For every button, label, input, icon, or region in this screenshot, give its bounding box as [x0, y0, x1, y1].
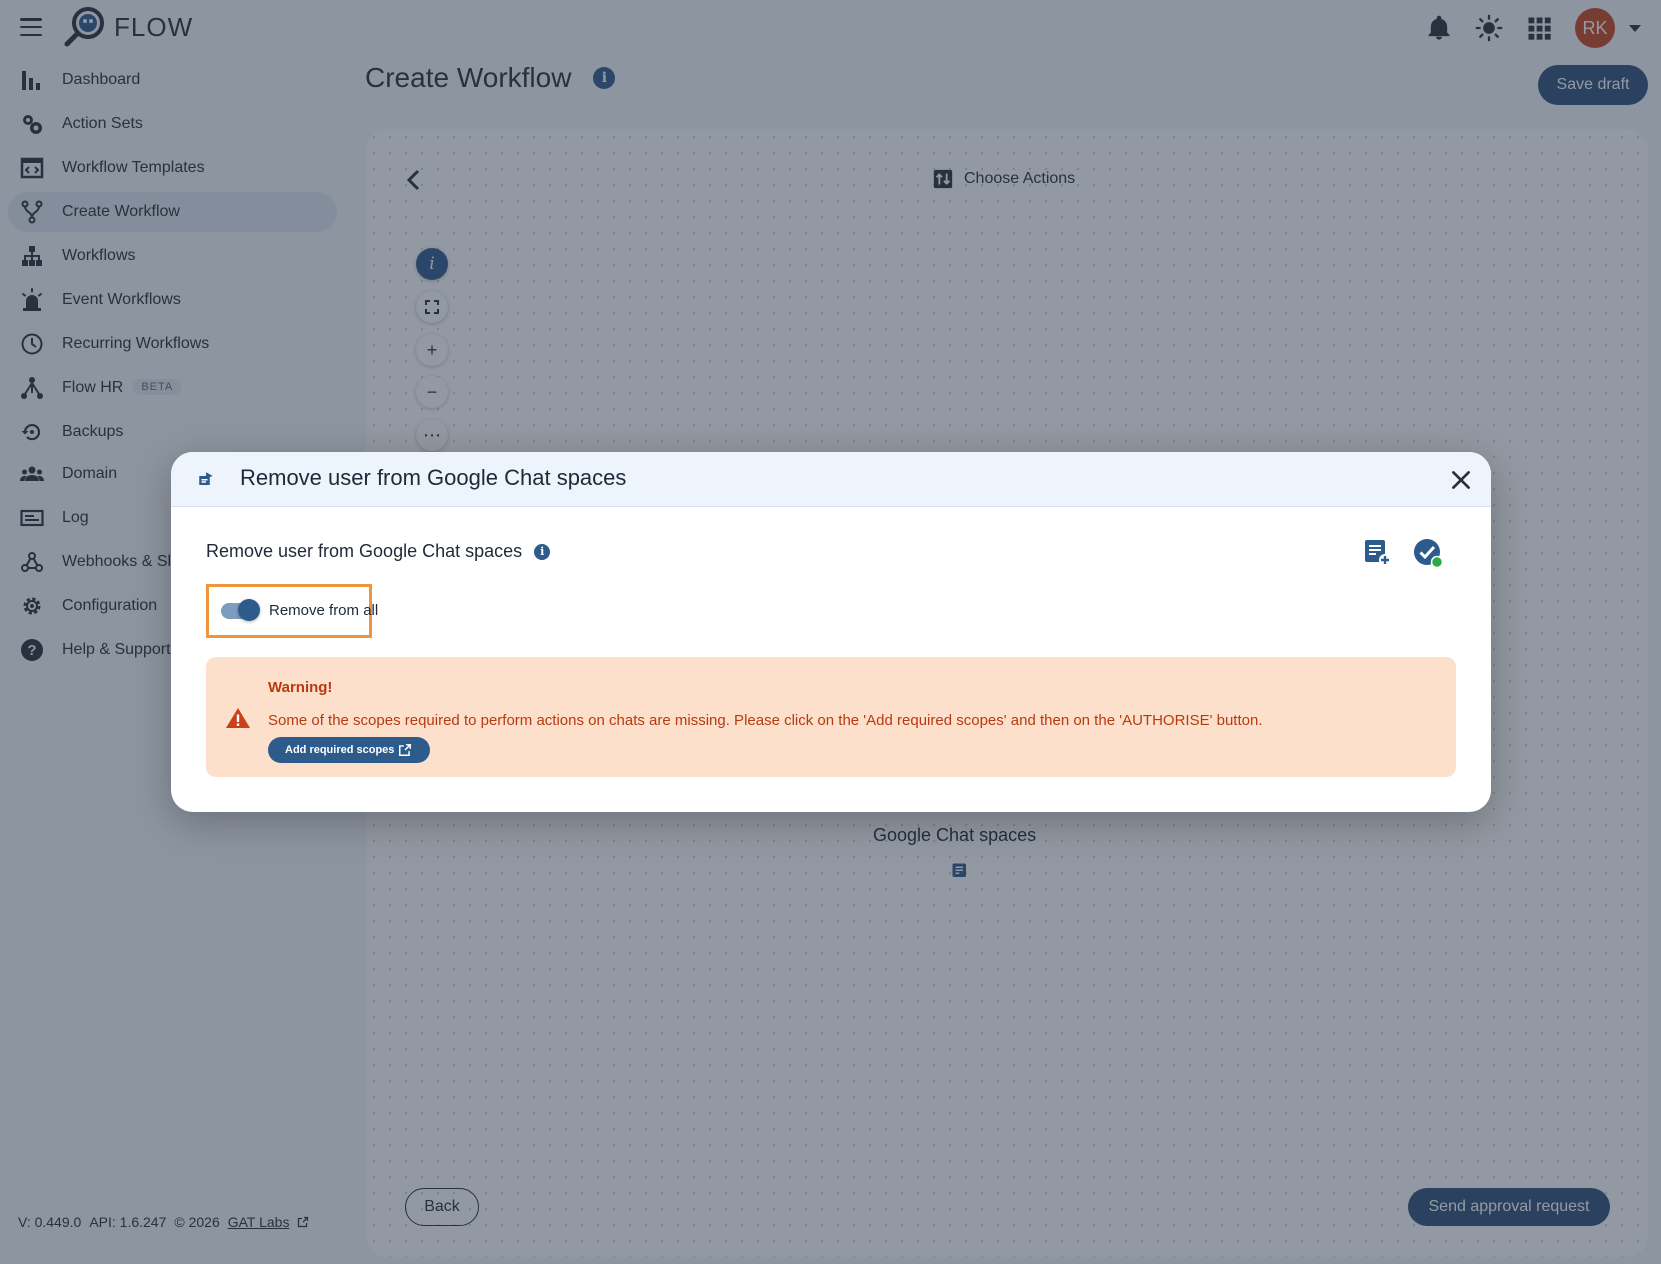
- action-section-title: Remove user from Google Chat spaces i: [206, 541, 551, 562]
- chat-action-icon: [199, 472, 213, 485]
- check-circle-icon[interactable]: [1413, 538, 1443, 568]
- add-note-icon[interactable]: [1363, 538, 1391, 566]
- info-icon[interactable]: i: [534, 543, 551, 560]
- add-required-scopes-label: Add required scopes: [285, 744, 395, 756]
- switch-knob[interactable]: [238, 599, 260, 621]
- warning-alert: Warning! Some of the scopes required to …: [206, 657, 1456, 777]
- add-required-scopes-button[interactable]: Add required scopes: [268, 737, 431, 763]
- remove-from-all-switch[interactable]: [221, 599, 260, 621]
- warning-message: Some of the scopes required to perform a…: [268, 712, 1263, 729]
- external-link-icon: [399, 744, 412, 756]
- modal-title: Remove user from Google Chat spaces: [240, 465, 627, 490]
- remove-from-all-toggle-highlight: Remove from all: [206, 584, 378, 638]
- action-name: Remove user from Google Chat spaces: [206, 541, 523, 561]
- modal-header: Remove user from Google Chat spaces: [171, 452, 1491, 507]
- warning-triangle-icon: [226, 708, 250, 728]
- toggle-label[interactable]: Remove from all: [269, 602, 378, 619]
- action-modal: Remove user from Google Chat spaces Remo…: [171, 452, 1491, 812]
- warning-title: Warning!: [268, 679, 333, 696]
- close-icon[interactable]: [1448, 467, 1474, 493]
